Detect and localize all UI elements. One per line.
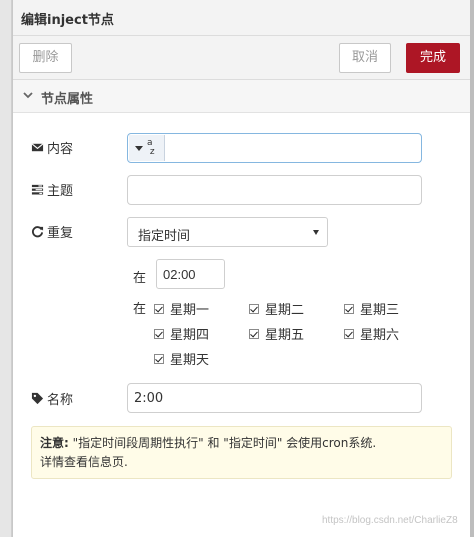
day-label: 星期三 bbox=[360, 303, 400, 318]
edit-tray: 编辑inject节点 删除 取消 完成 节点属性 内容 a z 主题 重复 指定… bbox=[12, 0, 470, 537]
tasks-icon bbox=[31, 184, 44, 195]
cron-note: 注意: "指定时间段周期性执行" 和 "指定时间" 会使用cron系统. 详情查… bbox=[31, 426, 452, 479]
dropdown-arrow-icon bbox=[313, 230, 319, 235]
name-label: 名称 bbox=[31, 389, 73, 408]
day-label: 星期二 bbox=[265, 303, 305, 318]
checkbox[interactable] bbox=[154, 328, 164, 339]
delete-button[interactable]: 删除 bbox=[19, 43, 72, 73]
repeat-select[interactable]: 指定时间 bbox=[127, 217, 328, 247]
topic-label-text: 主题 bbox=[47, 184, 74, 199]
time-input[interactable] bbox=[156, 259, 225, 289]
tag-icon bbox=[31, 392, 44, 405]
day-label: 星期天 bbox=[170, 353, 210, 368]
node-properties-header[interactable]: 节点属性 bbox=[13, 80, 470, 113]
tray-toolbar: 删除 取消 完成 bbox=[13, 36, 470, 80]
tray-title: 编辑inject节点 bbox=[21, 13, 114, 28]
payload-type-dropdown[interactable]: a z bbox=[129, 135, 165, 161]
day-checkbox-sat[interactable]: 星期六 bbox=[344, 324, 399, 343]
day-label: 星期五 bbox=[265, 328, 305, 343]
name-label-text: 名称 bbox=[47, 393, 74, 408]
day-label: 星期六 bbox=[360, 328, 400, 343]
tray-titlebar: 编辑inject节点 bbox=[13, 0, 470, 36]
workspace-edge bbox=[0, 0, 12, 537]
checkbox[interactable] bbox=[154, 303, 164, 314]
checkbox[interactable] bbox=[154, 353, 164, 364]
note-line1: "指定时间段周期性执行" 和 "指定时间" 会使用cron系统. bbox=[68, 436, 377, 450]
chevron-down-icon bbox=[23, 92, 33, 99]
name-input[interactable] bbox=[127, 383, 422, 413]
done-button[interactable]: 完成 bbox=[406, 43, 460, 73]
day-checkbox-thu[interactable]: 星期四 bbox=[154, 324, 209, 343]
repeat-label: 重复 bbox=[31, 222, 73, 241]
note-prefix: 注意: bbox=[40, 436, 69, 450]
section-label: 节点属性 bbox=[41, 92, 94, 107]
repeat-label-text: 重复 bbox=[47, 226, 74, 241]
day-checkbox-fri[interactable]: 星期五 bbox=[249, 324, 304, 343]
checkbox[interactable] bbox=[249, 303, 259, 314]
payload-typed-input[interactable]: a z bbox=[127, 133, 422, 163]
day-checkbox-mon[interactable]: 星期一 bbox=[154, 299, 209, 318]
checkbox[interactable] bbox=[344, 303, 354, 314]
window-edge bbox=[470, 0, 474, 537]
envelope-icon bbox=[31, 143, 44, 152]
topic-label: 主题 bbox=[31, 180, 73, 199]
day-label: 星期四 bbox=[170, 328, 210, 343]
watermark: https://blog.csdn.net/CharlieZ8 bbox=[322, 515, 458, 526]
payload-label-text: 内容 bbox=[47, 142, 74, 157]
cancel-button[interactable]: 取消 bbox=[339, 43, 391, 73]
day-label: 星期一 bbox=[170, 303, 210, 318]
string-type-icon: a z bbox=[147, 138, 155, 157]
at-time-label: 在 bbox=[133, 271, 147, 286]
topic-input[interactable] bbox=[127, 175, 422, 205]
caret-down-icon bbox=[135, 146, 143, 151]
repeat-icon bbox=[31, 226, 44, 238]
note-line2: 详情查看信息页. bbox=[40, 455, 128, 469]
checkbox[interactable] bbox=[344, 328, 354, 339]
repeat-select-value: 指定时间 bbox=[138, 229, 191, 244]
day-checkbox-tue[interactable]: 星期二 bbox=[249, 299, 304, 318]
checkbox[interactable] bbox=[249, 328, 259, 339]
at-days-label: 在 bbox=[133, 302, 147, 317]
day-checkbox-sun[interactable]: 星期天 bbox=[154, 349, 209, 368]
payload-label: 内容 bbox=[31, 138, 73, 157]
day-checkbox-wed[interactable]: 星期三 bbox=[344, 299, 399, 318]
